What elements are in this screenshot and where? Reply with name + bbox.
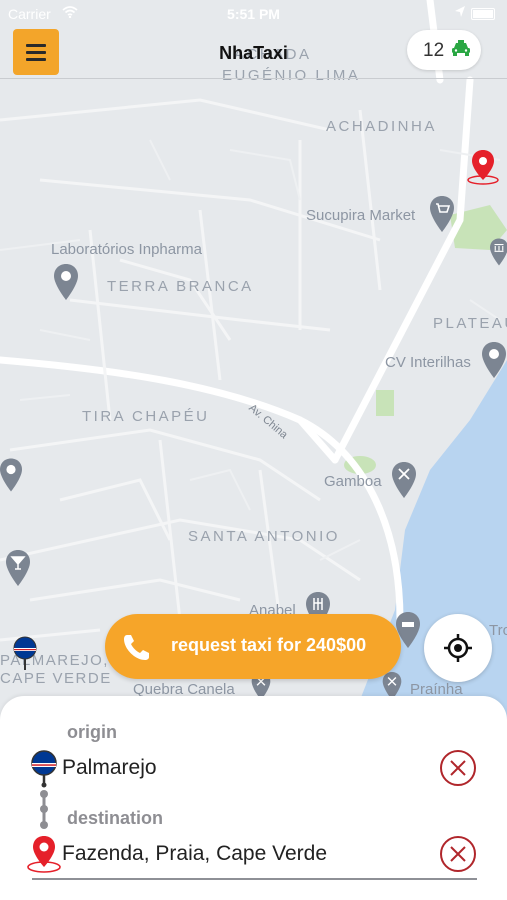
taxi-car-icon [452,40,470,56]
origin-label: origin [67,722,117,742]
route-connector-icon [40,790,48,829]
phone-icon [124,635,149,660]
poi-label: Sucupira Market [306,207,416,224]
origin-field[interactable]: Palmarejo [62,756,157,780]
my-location-button[interactable] [424,614,492,682]
destination-label: destination [67,808,164,828]
header-divider [0,78,507,79]
district-label: TIRA CHAPÉU [82,408,210,425]
poi-pin-icon[interactable] [0,458,22,492]
clear-destination-button[interactable] [439,835,477,873]
poi-pin-icon[interactable] [482,342,506,378]
district-label: TERRA BRANCA [107,278,254,295]
district-label: CAPE VERDE [0,670,112,687]
poi-label: Trop [489,622,507,639]
district-label: SANTA ANTONIO [188,528,340,545]
museum-pin-icon[interactable] [490,236,507,268]
available-taxis-badge[interactable]: 12 [407,30,481,70]
poi-label: CV Interilhas [385,354,471,371]
battery-icon [471,8,495,20]
destination-underline [32,878,477,880]
district-label: EUGÉNIO LIMA [222,67,361,84]
district-label: PLATEAU [433,315,507,332]
request-taxi-label: request taxi for 240$00 [171,635,367,655]
destination-field[interactable]: Fazenda, Praia, Cape Verde [62,842,327,866]
crosshair-icon [444,634,472,662]
poi-pin-icon[interactable] [54,264,78,300]
poi-label: Laboratórios Inpharma [51,241,202,258]
shop-pin-icon[interactable] [430,196,454,232]
clock: 5:51 PM [227,6,280,22]
destination-pin-icon [27,836,61,873]
location-arrow-icon [455,6,465,17]
origin-map-pin-icon[interactable] [12,636,38,672]
bar-pin-icon[interactable] [6,550,30,586]
destination-map-pin-icon[interactable] [465,150,501,186]
origin-flag-pin-icon [31,750,57,788]
poi-label: Gamboa [324,473,382,490]
clear-origin-button[interactable] [439,749,477,787]
status-bar: Carrier 5:51 PM [0,0,507,28]
restaurant-pin-icon[interactable] [392,462,416,498]
district-label: ACHADINHA [326,118,437,135]
request-taxi-button[interactable]: request taxi for 240$00 [105,614,401,679]
taxi-count: 12 [423,40,445,61]
